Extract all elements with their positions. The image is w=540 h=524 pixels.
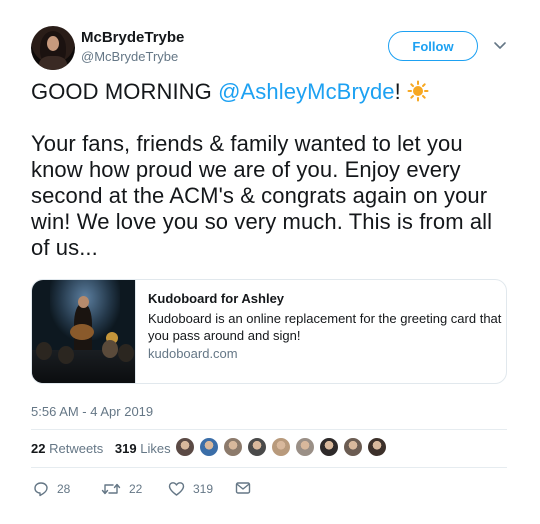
likes-label: Likes bbox=[140, 441, 171, 456]
retweets-label: Retweets bbox=[49, 441, 104, 456]
timestamp[interactable]: 5:56 AM - 4 Apr 2019 bbox=[31, 404, 153, 419]
display-name[interactable]: McBrydeTrybe bbox=[81, 29, 184, 46]
retweet-count: 22 bbox=[129, 482, 143, 496]
retweet-icon bbox=[101, 483, 121, 495]
sun-emoji-icon bbox=[407, 80, 429, 102]
chevron-down-icon[interactable] bbox=[493, 38, 507, 52]
tweet-greeting: GOOD MORNING bbox=[31, 79, 219, 104]
card-thumbnail bbox=[32, 280, 136, 383]
liker-avatar[interactable] bbox=[319, 437, 339, 457]
tweet-card: McBrydeTrybe @McBrydeTrybe Follow GOOD M… bbox=[0, 0, 540, 524]
tweet-body: Your fans, friends & family wanted to le… bbox=[31, 131, 493, 260]
divider bbox=[31, 429, 507, 430]
like-button[interactable]: 319 bbox=[168, 481, 213, 497]
divider bbox=[31, 467, 507, 468]
liker-avatar[interactable] bbox=[343, 437, 363, 457]
heart-icon bbox=[168, 482, 185, 496]
engagement-stats: 22 Retweets 319 Likes bbox=[31, 441, 171, 456]
direct-message-button[interactable] bbox=[235, 481, 259, 495]
reply-button[interactable]: 28 bbox=[33, 481, 70, 497]
tweet-text: GOOD MORNING @AshleyMcBryde! Your fans, … bbox=[31, 79, 511, 261]
likes-stat[interactable]: 319 Likes bbox=[115, 441, 171, 456]
card-title: Kudoboard for Ashley bbox=[148, 291, 285, 306]
like-count: 319 bbox=[193, 482, 214, 496]
card-description: Kudoboard is an online replacement for t… bbox=[148, 311, 502, 343]
liker-avatars bbox=[175, 437, 391, 459]
mail-icon bbox=[235, 482, 251, 494]
reply-count: 28 bbox=[57, 482, 71, 496]
liker-avatar[interactable] bbox=[295, 437, 315, 457]
liker-avatar[interactable] bbox=[247, 437, 267, 457]
likes-count: 319 bbox=[114, 441, 137, 456]
reply-icon bbox=[34, 482, 48, 497]
follow-button[interactable]: Follow bbox=[388, 31, 478, 61]
liker-avatar[interactable] bbox=[223, 437, 243, 457]
avatar[interactable] bbox=[31, 26, 75, 70]
retweets-count: 22 bbox=[31, 441, 46, 456]
tweet-exclaim: ! bbox=[394, 79, 401, 104]
mention-link[interactable]: @AshleyMcBryde bbox=[218, 79, 395, 104]
retweets-stat[interactable]: 22 Retweets bbox=[31, 441, 103, 456]
liker-avatar[interactable] bbox=[271, 437, 291, 457]
link-card[interactable]: Kudoboard for Ashley Kudoboard is an onl… bbox=[31, 279, 507, 384]
liker-avatar[interactable] bbox=[367, 437, 387, 457]
card-domain: kudoboard.com bbox=[148, 346, 238, 361]
user-handle[interactable]: @McBrydeTrybe bbox=[81, 49, 178, 64]
retweet-button[interactable]: 22 bbox=[101, 481, 142, 497]
liker-avatar[interactable] bbox=[199, 437, 219, 457]
liker-avatar[interactable] bbox=[175, 437, 195, 457]
